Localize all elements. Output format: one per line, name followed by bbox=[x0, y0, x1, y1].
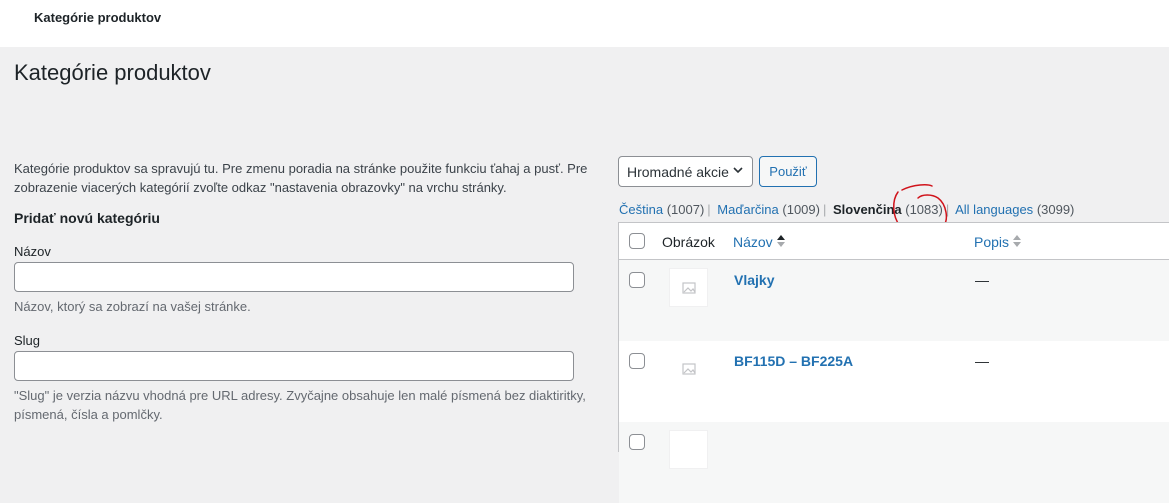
lang-slovak-current: Slovenčina bbox=[832, 202, 902, 217]
lang-slovak-count: (1083) bbox=[905, 202, 943, 217]
name-input[interactable] bbox=[14, 262, 574, 292]
select-all-checkbox[interactable] bbox=[629, 233, 645, 249]
table-row: BF115D – BF225A — bbox=[619, 341, 1169, 422]
slug-label: Slug bbox=[14, 333, 41, 348]
row-checkbox[interactable] bbox=[629, 434, 645, 450]
row-checkbox[interactable] bbox=[629, 353, 645, 369]
lang-hungarian-count: (1009) bbox=[782, 202, 820, 217]
chevron-down-icon bbox=[733, 167, 743, 174]
slug-input[interactable] bbox=[14, 351, 574, 381]
bulk-actions-select[interactable]: Hromadné akcie bbox=[618, 156, 753, 187]
lang-all-link[interactable]: All languages bbox=[955, 202, 1033, 217]
category-name-link[interactable]: Vlajky bbox=[734, 272, 774, 288]
slug-description: "Slug" je verzia názvu vhodná pre URL ad… bbox=[14, 388, 586, 422]
apply-button[interactable]: Použiť bbox=[759, 156, 817, 187]
add-category-heading: Pridať novú kategóriu bbox=[14, 210, 160, 226]
lang-all-count: (3099) bbox=[1036, 202, 1075, 217]
sort-ascending-icon[interactable] bbox=[776, 234, 786, 248]
page-title: Kategórie produktov bbox=[14, 60, 211, 85]
name-description: Názov, ktorý sa zobrazí na vašej stránke… bbox=[14, 299, 251, 314]
table-row: Vlajky — bbox=[619, 260, 1169, 341]
table-header: Obrázok Názov Popis bbox=[619, 223, 1169, 260]
image-placeholder-icon bbox=[682, 363, 696, 375]
lang-czech-link[interactable]: Čeština bbox=[619, 202, 663, 217]
lang-hungarian-link[interactable]: Maďarčina bbox=[717, 202, 778, 217]
table-row bbox=[619, 422, 1169, 503]
topbar-title: Kategórie produktov bbox=[34, 10, 162, 25]
lang-czech-count: (1007) bbox=[666, 202, 705, 217]
column-name-header[interactable]: Názov bbox=[733, 234, 773, 250]
language-filter: Čeština (1007) | Maďarčina (1009) | Sloven… bbox=[619, 202, 1075, 217]
intro-text: Kategórie produktov sa spravujú tu. Pre … bbox=[14, 161, 588, 195]
top-bar: Kategórie produktov bbox=[0, 0, 1169, 47]
category-name-link[interactable]: BF115D – BF225A bbox=[734, 353, 853, 369]
category-description: — bbox=[975, 353, 989, 369]
sort-icon[interactable] bbox=[1012, 234, 1022, 248]
column-description-header[interactable]: Popis bbox=[974, 234, 1009, 250]
column-image-header: Obrázok bbox=[662, 234, 715, 250]
image-placeholder-icon bbox=[682, 282, 696, 294]
row-checkbox[interactable] bbox=[629, 272, 645, 288]
category-description: — bbox=[975, 272, 989, 288]
name-label: Názov bbox=[14, 244, 51, 259]
category-thumbnail bbox=[669, 349, 708, 388]
categories-table: Obrázok Názov Popis Vlajky — BF115D – BF… bbox=[618, 222, 1169, 503]
bulk-actions-value: Hromadné akcie bbox=[627, 164, 729, 180]
category-thumbnail bbox=[669, 268, 708, 307]
